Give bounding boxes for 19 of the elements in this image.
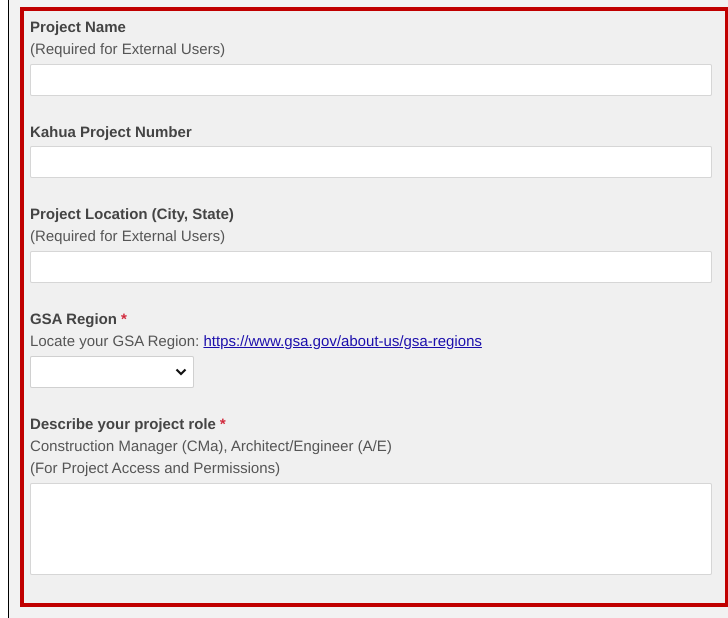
text-area[interactable]	[30, 483, 712, 575]
dropdown[interactable]	[30, 356, 194, 388]
field-label: Kahua Project Number	[30, 123, 192, 143]
required-mark: *	[220, 415, 226, 435]
required-mark: *	[120, 310, 127, 330]
hint-text: (Required for External Users)	[30, 227, 226, 247]
field-label: Describe your project role	[30, 415, 216, 435]
field-label: GSA Region	[30, 310, 117, 330]
hint-text: (For Project Access and Permissions)	[30, 459, 282, 479]
hint-text: Locate your GSA Region: https://www.gsa.gov/about-us/gsa-regions	[30, 332, 483, 352]
hint-text: (Required for External Users)	[30, 40, 226, 60]
field-label: Project Location (City, State)	[30, 205, 234, 225]
chevron-down-icon	[175, 368, 187, 376]
link[interactable]: https://www.gsa.gov/about-us/gsa-regions	[203, 333, 482, 350]
input-field[interactable]	[30, 251, 712, 283]
input-field[interactable]	[30, 64, 712, 96]
field-label: Project Name	[30, 18, 126, 38]
hint-text: Construction Manager (CMa), Architect/Engineer (A/E)	[30, 437, 393, 457]
input-field[interactable]	[30, 146, 712, 178]
